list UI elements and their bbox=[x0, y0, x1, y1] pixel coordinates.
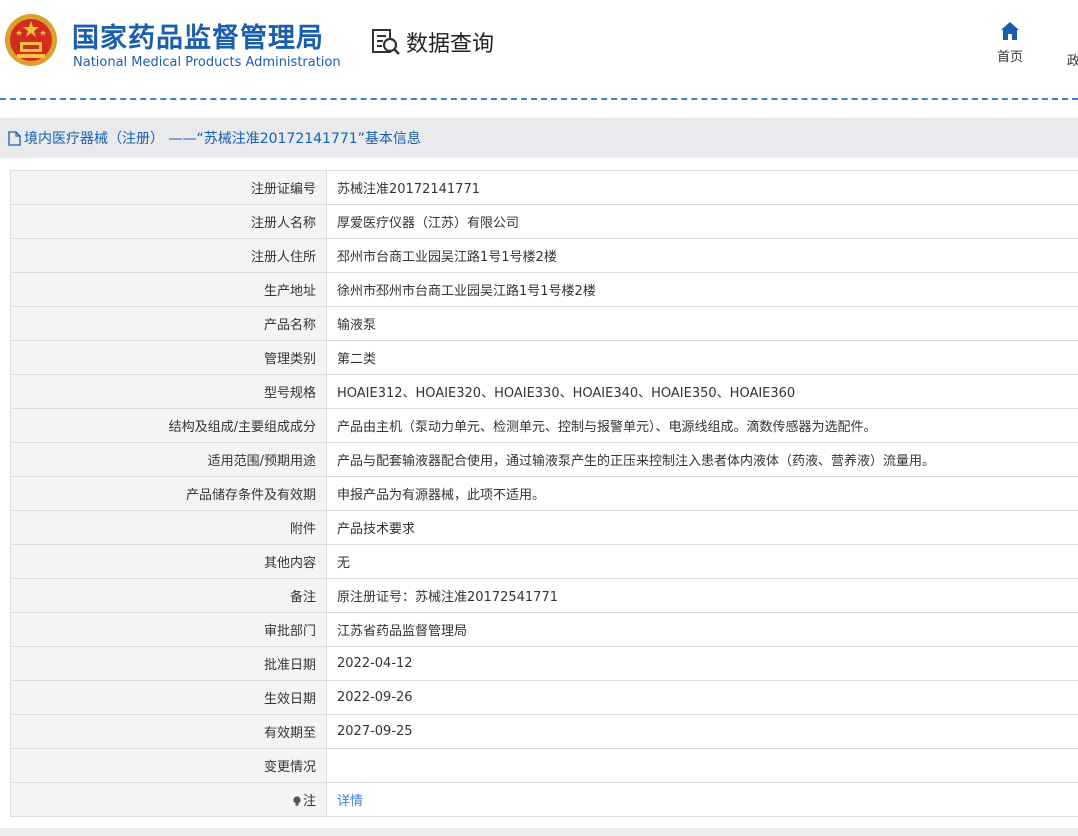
table-row: 产品储存条件及有效期 申报产品为有源器械，此项不适用。 bbox=[10, 476, 1078, 511]
field-value: 产品技术要求 bbox=[326, 510, 1078, 545]
field-value: 输液泵 bbox=[326, 306, 1078, 341]
table-row: 其他内容无 bbox=[10, 544, 1078, 579]
field-value: 第二类 bbox=[326, 340, 1078, 375]
table-row: 型号规格 HOAIE312、HOAIE320、HOAIE330、HOAIE340、… bbox=[10, 374, 1078, 409]
document-search-icon bbox=[372, 29, 400, 55]
home-icon bbox=[1001, 22, 1019, 40]
details-link[interactable]: 详情 bbox=[337, 794, 363, 809]
field-label: 注册人名称 bbox=[10, 204, 327, 239]
field-value: 苏械注准20172141771 bbox=[326, 170, 1078, 205]
field-value bbox=[326, 748, 1078, 783]
field-label: 适用范围/预期用途 bbox=[10, 442, 327, 477]
table-row: 有效期至 2027-09-25 bbox=[10, 714, 1078, 749]
table-row: 生效日期 2022-09-26 bbox=[10, 680, 1078, 715]
field-value: 产品由主机（泵动力单元、检测单元、控制与报警单元）、电源线组成。滴数传感器为选配… bbox=[326, 408, 1078, 443]
field-label: 生产地址 bbox=[10, 272, 327, 307]
field-label: 结构及组成/主要组成成分 bbox=[10, 408, 327, 443]
data-query-heading: 数据查询 bbox=[370, 26, 494, 58]
table-row: 适用范围/预期用途 产品与配套输液器配合使用，通过输液泵产生的正压来控制注入患者体… bbox=[10, 442, 1078, 477]
table-row: 管理类别 第二类 bbox=[10, 340, 1078, 375]
field-value: 原注册证号：苏械注准20172541771 bbox=[326, 578, 1078, 613]
nav-home-label: 首页 bbox=[996, 50, 1023, 65]
table-row: 批准日期 2022-04-12 bbox=[10, 646, 1078, 681]
field-label: 注册人住所 bbox=[10, 238, 327, 273]
field-label: 产品名称 bbox=[10, 306, 327, 341]
table-row: 附件 产品技术要求 bbox=[10, 510, 1078, 545]
table-row: 注册人住所 邳州市台商工业园吴江路1号1号楼2楼 bbox=[10, 238, 1078, 273]
field-label: 批准日期 bbox=[10, 646, 327, 681]
data-query-label: 数据查询 bbox=[406, 32, 495, 57]
field-value: 邳州市台商工业园吴江路1号1号楼2楼 bbox=[326, 238, 1078, 273]
national-emblem-icon bbox=[5, 14, 57, 66]
field-value: HOAIE312、HOAIE320、HOAIE330、HOAIE340、HOAI… bbox=[326, 374, 1078, 409]
field-value: 产品与配套输液器配合使用，通过输液泵产生的正压来控制注入患者体内液体（药液、营养… bbox=[326, 442, 1078, 477]
brand-title-cn: 国家药品监督管理局 bbox=[72, 23, 324, 54]
field-label: 生效日期 bbox=[10, 680, 327, 715]
field-value: 江苏省药品监督管理局 bbox=[326, 612, 1078, 647]
table-row: 注册人名称 厚爱医疗仪器（江苏）有限公司 bbox=[10, 204, 1078, 239]
field-value: 无 bbox=[326, 544, 1078, 579]
note-label: 注 bbox=[302, 794, 316, 809]
record-title-text: 境内医疗器械（注册） ——“苏械注准20172141771”基本信息 bbox=[24, 131, 421, 147]
field-label: 附件 bbox=[10, 510, 327, 545]
record-title-bar: 境内医疗器械（注册） ——“苏械注准20172141771”基本信息 bbox=[0, 118, 1078, 158]
field-label: 备注 bbox=[10, 578, 327, 613]
table-row: 结构及组成/主要组成成分 产品由主机（泵动力单元、检测单元、控制与报警单元）、电源… bbox=[10, 408, 1078, 443]
note-label-cell: 注 bbox=[10, 782, 327, 817]
field-value: 2022-04-12 bbox=[326, 646, 1078, 681]
field-value: 申报产品为有源器械，此项不适用。 bbox=[326, 476, 1078, 511]
table-row: 审批部门 江苏省药品监督管理局 bbox=[10, 612, 1078, 647]
field-value: 2022-09-26 bbox=[326, 680, 1078, 715]
document-icon bbox=[8, 130, 21, 146]
brand-title-en: National Medical Products Administration bbox=[73, 55, 341, 70]
field-value: 徐州市邳州市台商工业园吴江路1号1号楼2楼 bbox=[326, 272, 1078, 307]
field-label: 注册证编号 bbox=[10, 170, 327, 205]
table-row: 生产地址 徐州市邳州市台商工业园吴江路1号1号楼2楼 bbox=[10, 272, 1078, 307]
field-label: 有效期至 bbox=[10, 714, 327, 749]
field-label: 管理类别 bbox=[10, 340, 327, 375]
site-header: 国家药品监督管理局 National Medical Products Admi… bbox=[0, 0, 1078, 100]
field-value: 2027-09-25 bbox=[326, 714, 1078, 749]
field-label: 其他内容 bbox=[10, 544, 327, 579]
nav-gov-item[interactable]: 政 bbox=[1067, 50, 1078, 69]
note-value-cell: 详情 bbox=[326, 782, 1078, 817]
registration-info-table: 注册证编号 苏械注准20172141771 注册人名称 厚爱医疗仪器（江苏）有限公司… bbox=[10, 170, 1078, 817]
bulb-icon bbox=[293, 796, 301, 806]
table-row: 产品名称 输液泵 bbox=[10, 306, 1078, 341]
info-table-body: 注册证编号 苏械注准20172141771 注册人名称 厚爱医疗仪器（江苏）有限公司… bbox=[10, 170, 1078, 817]
note-row: 注 详情 bbox=[10, 782, 1078, 817]
table-row: 备注 原注册证号：苏械注准20172541771 bbox=[10, 578, 1078, 613]
field-label: 变更情况 bbox=[10, 748, 327, 783]
nav-home-button[interactable]: 首页 bbox=[988, 20, 1032, 65]
field-value: 厚爱医疗仪器（江苏）有限公司 bbox=[326, 204, 1078, 239]
table-row: 变更情况 bbox=[10, 748, 1078, 783]
field-label: 审批部门 bbox=[10, 612, 327, 647]
table-row: 注册证编号 苏械注准20172141771 bbox=[10, 170, 1078, 205]
field-label: 产品储存条件及有效期 bbox=[10, 476, 327, 511]
field-label: 型号规格 bbox=[10, 374, 327, 409]
footer-strip bbox=[0, 828, 1078, 836]
